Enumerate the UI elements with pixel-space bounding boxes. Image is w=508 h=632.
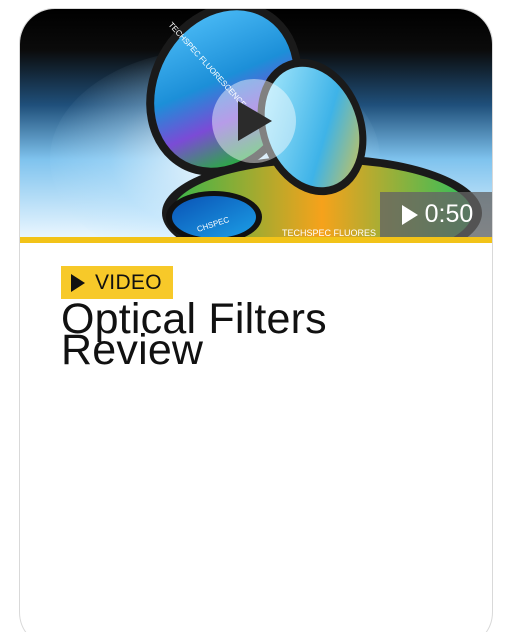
duration-text: 0:50 — [424, 200, 474, 228]
play-small-icon — [401, 204, 418, 225]
play-button[interactable] — [212, 79, 296, 163]
brand-text-bottom: TECHSPEC FLUORES — [282, 228, 376, 237]
card-title[interactable]: Optical Filters Review — [61, 298, 461, 372]
play-icon — [238, 101, 272, 141]
tag-label: VIDEO — [95, 270, 162, 294]
accent-bar — [20, 237, 492, 243]
video-card[interactable]: TECHSPEC FLUORES CHSPEC TECHSPEC FLUORES… — [19, 8, 493, 632]
video-thumbnail[interactable]: TECHSPEC FLUORES CHSPEC TECHSPEC FLUORES… — [20, 9, 492, 237]
duration-badge: 0:50 — [380, 192, 492, 237]
play-triangle-icon — [71, 273, 85, 292]
